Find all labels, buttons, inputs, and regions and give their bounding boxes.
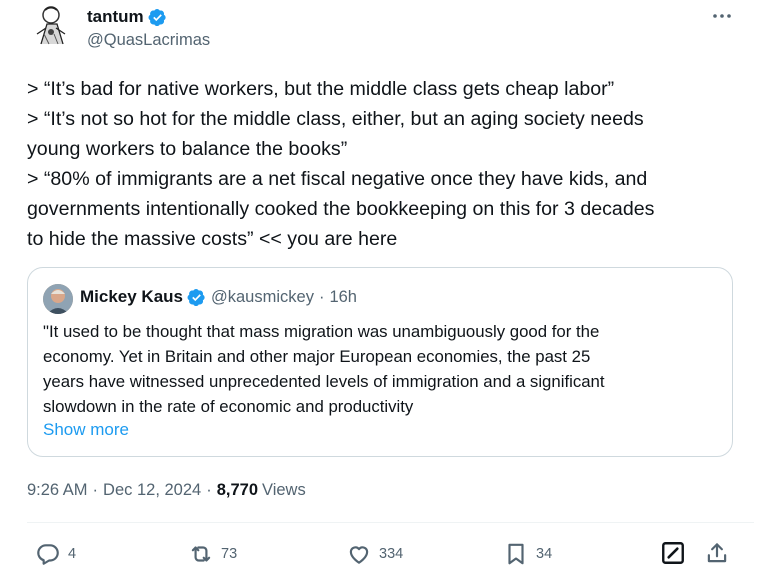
repost-button[interactable]: 73 — [188, 540, 237, 568]
tweet-text-line: governments intentionally cooked the boo… — [27, 198, 655, 220]
heart-icon — [349, 546, 369, 564]
meta-separator: · — [206, 481, 212, 499]
bookmark-icon — [508, 543, 524, 565]
quoted-tweet[interactable]: Mickey Kaus @kausmickey · 16h "It used t… — [27, 267, 733, 457]
like-count: 334 — [379, 546, 404, 562]
repost-count: 73 — [221, 546, 238, 562]
author-handle[interactable]: @QuasLacrimas — [87, 31, 210, 50]
quote-text-line: "It used to be thought that mass migrati… — [43, 322, 600, 341]
author-block: tantum @QuasLacrimas — [87, 6, 210, 50]
meta-separator: · — [92, 481, 99, 499]
reply-button[interactable]: 4 — [35, 540, 76, 568]
reply-icon — [37, 544, 59, 565]
views-label: Views — [262, 481, 306, 499]
quote-timestamp: 16h — [329, 287, 357, 306]
quote-author-handle: @kausmickey — [211, 287, 314, 306]
quote-header: Mickey Kaus @kausmickey · 16h — [80, 287, 357, 307]
tweet-text-line: > “It’s not so hot for the middle class,… — [27, 108, 644, 130]
more-options-icon[interactable] — [711, 8, 733, 24]
quote-text-line: economy. Yet in Britain and other major … — [43, 347, 591, 366]
bookmark-count: 34 — [536, 546, 553, 562]
show-more-link[interactable]: Show more — [43, 420, 129, 440]
tweet-text-line: young workers to balance the books” — [27, 138, 348, 160]
bookmark-button[interactable]: 34 — [503, 540, 552, 568]
quote-separator: · — [318, 287, 325, 306]
quote-text: "It used to be thought that mass migrati… — [43, 319, 723, 419]
tweet-text: > “It’s bad for native workers, but the … — [27, 74, 747, 254]
quote-author-avatar — [43, 284, 73, 314]
share-icon[interactable] — [704, 540, 730, 566]
repost-icon — [191, 546, 211, 562]
quote-author-name: Mickey Kaus — [80, 287, 183, 306]
tweet-text-line: > “It’s bad for native workers, but the … — [27, 78, 615, 100]
verified-badge-icon — [187, 288, 205, 306]
author-avatar[interactable] — [27, 4, 77, 48]
views-count: 8,770 — [216, 481, 258, 499]
quote-text-line: years have witnessed unprecedented level… — [43, 372, 605, 391]
tweet-metadata: 9:26 AM · Dec 12, 2024 · 8,770 Views — [27, 481, 306, 500]
grok-icon[interactable] — [660, 540, 686, 566]
tweet-time[interactable]: 9:26 AM — [27, 481, 88, 500]
tweet-date[interactable]: Dec 12, 2024 — [103, 481, 201, 500]
quote-text-line: slowdown in the rate of economic and pro… — [43, 397, 414, 416]
avatar-sketch-icon — [27, 4, 77, 48]
tweet-text-line: > “80% of immigrants are a net fiscal ne… — [27, 168, 648, 190]
reply-count: 4 — [68, 546, 77, 562]
like-button[interactable]: 334 — [346, 540, 403, 568]
tweet-text-line: to hide the massive costs” << you are he… — [27, 228, 398, 250]
divider — [27, 522, 754, 523]
quote-avatar-icon — [43, 284, 73, 314]
author-name[interactable]: tantum — [87, 7, 144, 27]
tweet-card: tantum @QuasLacrimas > “It’s bad for nat… — [0, 0, 769, 581]
verified-badge-icon — [148, 8, 166, 26]
